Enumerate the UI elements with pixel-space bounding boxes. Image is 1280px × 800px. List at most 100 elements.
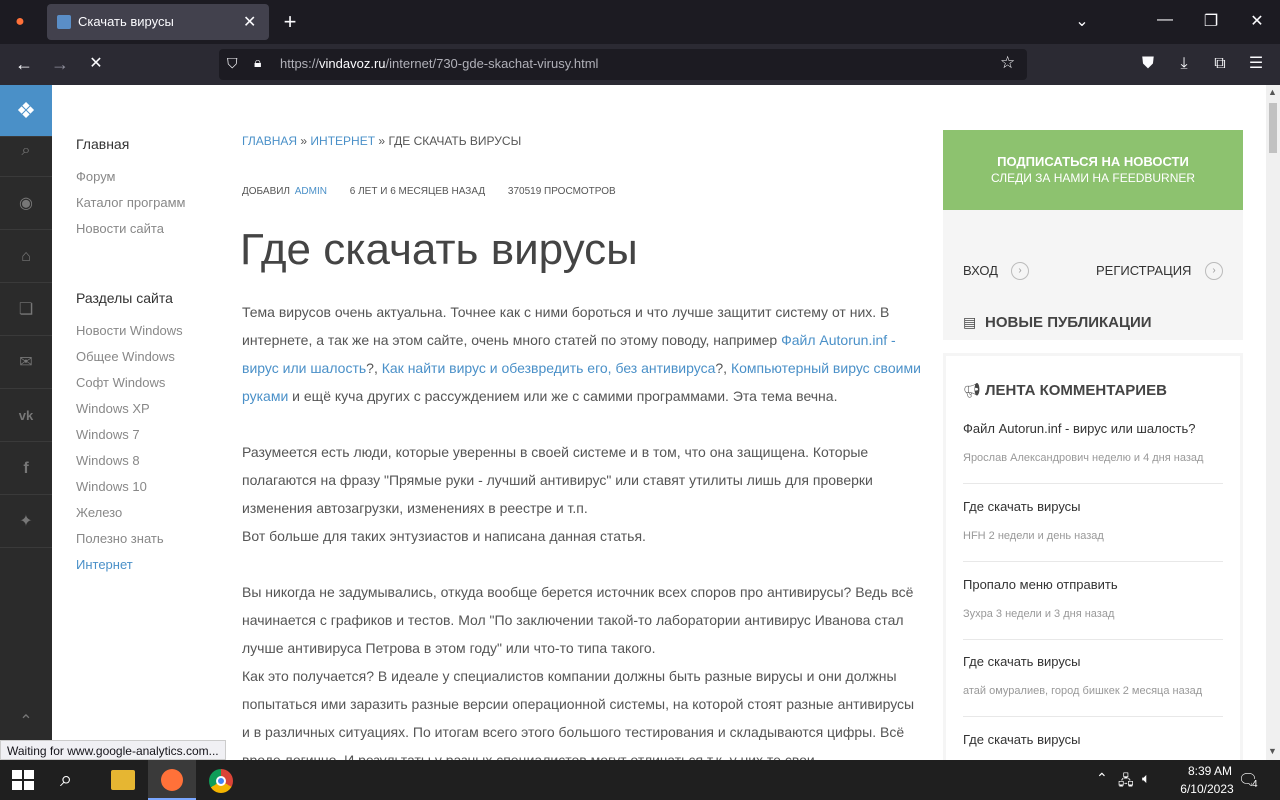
sitemap-icon[interactable]: ⌂ [0, 230, 52, 283]
breadcrumb-separator: » [300, 134, 308, 148]
clock-date[interactable]: 6/10/2023 [1167, 782, 1247, 796]
meta-added: ДОБАВИЛ [242, 186, 290, 197]
new-tab-icon[interactable]: + [278, 11, 302, 33]
register-link[interactable]: РЕГИСТРАЦИЯ [1096, 263, 1191, 278]
taskbar: ⌕ ⌃ 🖧︎ 🔈︎ 8:39 AM 6/10/2023 🗨︎ 4 [0, 760, 1280, 800]
comment-title[interactable]: Файл Autorun.inf - вирус или шалость? [963, 421, 1196, 436]
facebook-icon[interactable]: f [0, 442, 52, 495]
divider [963, 639, 1223, 640]
divider [963, 561, 1223, 562]
search-icon[interactable]: ⌕ [0, 124, 52, 177]
status-bar: Waiting for www.google-analytics.com... [0, 740, 226, 760]
web-page: ❖ ⌕ ◉ ⌂ ❏ ✉ vk f ✦ ⌃ Главная Форум Катал… [0, 85, 1266, 760]
text: и ещё куча других с рассуждением или же … [288, 388, 838, 404]
divider [963, 483, 1223, 484]
back-icon[interactable]: ← [12, 54, 36, 74]
breadcrumb-home[interactable]: ГЛАВНАЯ [242, 134, 297, 148]
firefox-taskbar-icon[interactable] [148, 760, 196, 800]
network-icon[interactable]: 🖧︎ [1118, 770, 1134, 794]
shield-icon[interactable]: ⛉ [227, 55, 238, 72]
subscribe-title: ПОДПИСАТЬСЯ НА НОВОСТИ [997, 154, 1189, 169]
mail-icon[interactable]: ✉ [0, 336, 52, 389]
pocket-icon[interactable]: ⛊ [1136, 54, 1160, 74]
comment-title[interactable]: Где скачать вирусы [963, 499, 1081, 514]
twitter-icon[interactable]: ✦ [0, 495, 52, 548]
lock-icon[interactable]: 🔒︎ [254, 54, 261, 71]
menu-home[interactable]: Главная [76, 136, 129, 152]
url-bar[interactable]: ⛉ 🔒︎ https://vindavoz.ru/internet/730-gd… [219, 49, 1027, 80]
section-link[interactable]: Софт Windows [76, 375, 165, 390]
breadcrumb-current: ГДЕ СКАЧАТЬ ВИРУСЫ [388, 134, 522, 148]
post-meta: ДОБАВИЛ ADMIN 6 ЛЕТ И 6 МЕСЯЦЕВ НАЗАД 37… [242, 186, 616, 197]
section-link[interactable]: Новости Windows [76, 323, 183, 338]
login-link[interactable]: ВХОД [963, 263, 998, 278]
text: ?, [366, 360, 382, 376]
meta-views: 370519 ПРОСМОТРОВ [507, 186, 616, 197]
section-link[interactable]: Железо [76, 505, 122, 520]
scrollbar-thumb[interactable] [1269, 103, 1277, 153]
stop-loading-icon[interactable]: ✕ [84, 54, 108, 74]
vertical-scrollbar[interactable]: ▲ ▼ [1266, 85, 1280, 760]
menu-item-news[interactable]: Новости сайта [76, 221, 164, 236]
url-text[interactable]: https://vindavoz.ru/internet/730-gde-ska… [280, 56, 598, 71]
register-arrow-icon[interactable]: › [1205, 262, 1223, 280]
comment-title[interactable]: Где скачать вирусы [963, 732, 1081, 747]
section-link[interactable]: Windows XP [76, 401, 150, 416]
login-arrow-icon[interactable]: › [1011, 262, 1029, 280]
vk-icon[interactable]: vk [0, 389, 52, 442]
tab-close-icon[interactable]: ✕ [243, 12, 256, 32]
tray-chevron-icon[interactable]: ⌃ [1096, 770, 1108, 787]
section-link-active[interactable]: Интернет [76, 557, 133, 572]
comments-panel [943, 353, 1243, 760]
comment-title[interactable]: Где скачать вирусы [963, 654, 1081, 669]
volume-icon[interactable]: 🔈︎ [1142, 770, 1150, 787]
restore-icon[interactable]: ❐ [1199, 12, 1223, 32]
notification-count: 4 [1252, 779, 1258, 790]
megaphone-icon: 📢︎ [963, 382, 981, 398]
section-link[interactable]: Общее Windows [76, 349, 175, 364]
minimize-icon[interactable]: — [1153, 10, 1177, 30]
meta-time: 6 ЛЕТ И 6 МЕСЯЦЕВ НАЗАД [349, 186, 486, 197]
site-favicon-icon [57, 15, 71, 29]
section-link[interactable]: Windows 7 [76, 427, 140, 442]
new-pubs-title: НОВЫЕ ПУБЛИКАЦИИ [985, 314, 1152, 331]
menu-item-catalog[interactable]: Каталог программ [76, 195, 185, 210]
downloads-icon[interactable]: ⤓ [1172, 54, 1196, 74]
meta-author[interactable]: ADMIN [295, 186, 327, 197]
forward-icon[interactable]: → [48, 54, 72, 74]
search-taskbar-icon[interactable]: ⌕ [60, 766, 72, 792]
list-tabs-icon[interactable]: ⌄ [1070, 12, 1094, 32]
subscribe-subtitle: СЛЕДИ ЗА НАМИ НА FEEDBURNER [990, 171, 1196, 185]
sections-title: Разделы сайта [76, 290, 173, 306]
scroll-up-icon[interactable]: ▲ [1268, 87, 1277, 97]
article-link-find-virus[interactable]: Как найти вирус и обезвредить его, без а… [382, 360, 716, 376]
file-explorer-icon[interactable] [111, 770, 135, 790]
scroll-down-icon[interactable]: ▼ [1268, 746, 1277, 756]
section-link[interactable]: Windows 8 [76, 453, 140, 468]
browser-tab[interactable]: Скачать вирусы ✕ [47, 4, 269, 40]
firefox-menu-icon[interactable]: ● [8, 12, 32, 32]
close-window-icon[interactable]: ✕ [1245, 12, 1269, 32]
text: ?, [715, 360, 731, 376]
extensions-icon[interactable]: ⧉ [1208, 54, 1232, 74]
rss-icon[interactable]: ◉ [0, 177, 52, 230]
url-prefix: https:// [280, 56, 320, 71]
section-link[interactable]: Windows 10 [76, 479, 147, 494]
breadcrumb-section[interactable]: ИНТЕРНЕТ [310, 134, 375, 148]
tab-title: Скачать вирусы [78, 14, 174, 29]
bookmark-star-icon[interactable]: ☆ [1000, 53, 1015, 73]
section-link[interactable]: Полезно знать [76, 531, 164, 546]
tab-bar: ● Скачать вирусы ✕ + ⌄ — ❐ ✕ [0, 0, 1280, 44]
comment-meta: атай омуралиев, город бишкек 2 месяца на… [963, 685, 1203, 697]
bookmark-icon[interactable]: ❏ [0, 283, 52, 336]
comment-meta: HFH 2 недели и день назад [963, 530, 1104, 542]
app-menu-icon[interactable]: ☰ [1244, 54, 1268, 74]
comment-title[interactable]: Пропало меню отправить [963, 577, 1118, 592]
menu-item-forum[interactable]: Форум [76, 169, 116, 184]
windows-start-icon[interactable] [12, 770, 34, 790]
article-paragraph-3: Вот больше для таких энтузиастов и напис… [242, 528, 646, 544]
comment-meta: Зухра 3 недели и 3 дня назад [963, 608, 1115, 620]
subscribe-banner[interactable]: ПОДПИСАТЬСЯ НА НОВОСТИ СЛЕДИ ЗА НАМИ НА … [943, 130, 1243, 210]
chrome-taskbar-icon[interactable] [209, 769, 233, 793]
article-paragraph-2: Разумеется есть люди, которые уверенны в… [242, 444, 873, 516]
